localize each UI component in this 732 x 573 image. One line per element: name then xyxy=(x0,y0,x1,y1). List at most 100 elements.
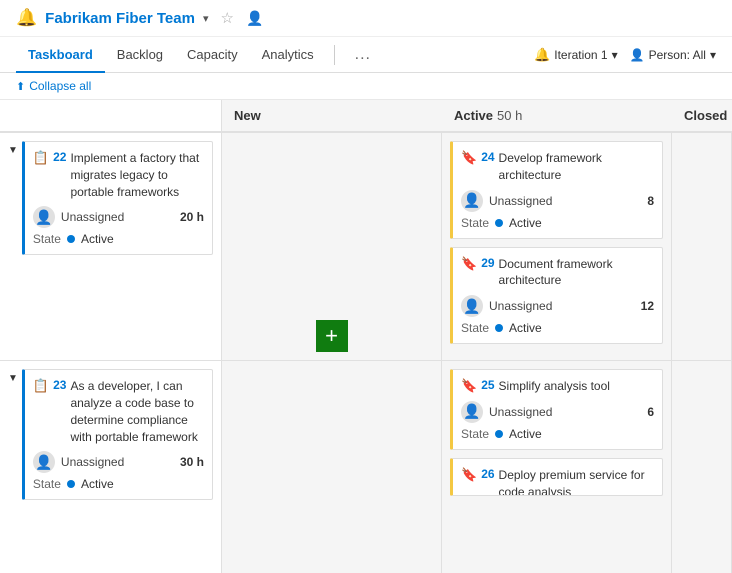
nav-bar: Taskboard Backlog Capacity Analytics ...… xyxy=(0,37,732,73)
active-col-label: Active xyxy=(454,108,493,123)
task-26-num[interactable]: 26 xyxy=(481,467,494,481)
task-24-hours: 8 xyxy=(647,194,654,208)
chevron-down-icon[interactable]: ▾ xyxy=(203,12,209,25)
task-29-header: 🔖 29 Document framework architecture xyxy=(461,256,654,290)
state-value-24: Active xyxy=(509,216,542,230)
task-25-type-icon: 🔖 xyxy=(461,378,477,394)
person-selector[interactable]: 👤 Person: All ▾ xyxy=(630,48,716,62)
task-22-avatar: 👤 xyxy=(33,206,55,228)
state-dot-22 xyxy=(67,235,75,243)
task-22-num[interactable]: 22 xyxy=(53,150,66,164)
task-29-num[interactable]: 29 xyxy=(481,256,494,270)
task-22-meta: 👤 Unassigned 20 h xyxy=(33,206,204,228)
task-card-22: 📋 22 Implement a factory that migrates l… xyxy=(22,141,213,255)
task-23-assignee[interactable]: Unassigned xyxy=(61,455,174,469)
board-row: ▼ 📋 22 Implement a factory that migrates… xyxy=(0,133,732,361)
task-24-type-icon: 🔖 xyxy=(461,150,477,166)
row1-active-col: 🔖 24 Develop framework architecture 👤 Un… xyxy=(442,133,672,360)
add-people-icon[interactable]: 👤 xyxy=(246,10,263,27)
task-29-state: State Active xyxy=(461,321,654,335)
task-card-25: 🔖 25 Simplify analysis tool 👤 Unassigned… xyxy=(450,369,663,450)
task-29-meta: 👤 Unassigned 12 xyxy=(461,295,654,317)
tab-capacity[interactable]: Capacity xyxy=(175,37,250,72)
task-25-hours: 6 xyxy=(647,405,654,419)
person-label: Person: All xyxy=(649,48,706,62)
task-23-num[interactable]: 23 xyxy=(53,378,66,392)
tab-analytics[interactable]: Analytics xyxy=(250,37,326,72)
task-29-title: Document framework architecture xyxy=(499,256,654,290)
task-26-type-icon: 🔖 xyxy=(461,467,477,483)
task-24-header: 🔖 24 Develop framework architecture xyxy=(461,150,654,184)
board-toolbar: ⬆ Collapse all xyxy=(0,73,732,100)
task-25-num[interactable]: 25 xyxy=(481,378,494,392)
iteration-chevron-icon: ▾ xyxy=(612,48,618,62)
state-dot-23 xyxy=(67,480,75,488)
row2-closed-col xyxy=(672,361,732,573)
state-dot-24 xyxy=(495,219,503,227)
state-dot-29 xyxy=(495,324,503,332)
row1-left-col: ▼ 📋 22 Implement a factory that migrates… xyxy=(0,133,222,360)
row1-closed-col xyxy=(672,133,732,360)
closed-col-label: Closed xyxy=(684,108,727,123)
task-29-assignee[interactable]: Unassigned xyxy=(489,299,635,313)
collapse-all-button[interactable]: ⬆ Collapse all xyxy=(16,79,91,93)
task-23-state: State Active xyxy=(33,477,204,491)
task-22-hours: 20 h xyxy=(180,210,204,224)
team-name[interactable]: Fabrikam Fiber Team xyxy=(45,10,195,27)
task-29-hours: 12 xyxy=(641,299,654,313)
state-label-22: State xyxy=(33,232,61,246)
avatar-icon-23: 👤 xyxy=(35,454,52,471)
task-type-icon: 📋 xyxy=(33,150,49,166)
tab-backlog[interactable]: Backlog xyxy=(105,37,175,72)
task-25-meta: 👤 Unassigned 6 xyxy=(461,401,654,423)
task-24-assignee[interactable]: Unassigned xyxy=(489,194,641,208)
person-icon: 👤 xyxy=(630,48,645,62)
avatar-icon-24: 👤 xyxy=(463,192,480,209)
more-options-button[interactable]: ... xyxy=(343,38,383,72)
task-23-hours: 30 h xyxy=(180,455,204,469)
active-col-hours: 50 h xyxy=(497,108,522,123)
task-card-29: 🔖 29 Document framework architecture 👤 U… xyxy=(450,247,663,345)
state-value-29: Active xyxy=(509,321,542,335)
left-col-header xyxy=(0,100,222,131)
task-25-assignee[interactable]: Unassigned xyxy=(489,405,641,419)
task-22-assignee[interactable]: Unassigned xyxy=(61,210,174,224)
state-label-25: State xyxy=(461,427,489,441)
task-card-26: 🔖 26 Deploy premium service for code ana… xyxy=(450,458,663,496)
task-25-avatar: 👤 xyxy=(461,401,483,423)
task-25-title: Simplify analysis tool xyxy=(499,378,610,395)
nav-separator xyxy=(334,45,335,65)
state-label-23: State xyxy=(33,477,61,491)
collapse-chevron-icon: ⬆ xyxy=(16,80,25,93)
state-label-29: State xyxy=(461,321,489,335)
avatar-icon-25: 👤 xyxy=(463,403,480,420)
column-headers: New Active 50 h Closed xyxy=(0,100,732,133)
task-23-type-icon: 📋 xyxy=(33,378,49,394)
iteration-label: Iteration 1 xyxy=(554,48,607,62)
add-task-button[interactable]: + xyxy=(316,320,348,352)
task-24-num[interactable]: 24 xyxy=(481,150,494,164)
task-29-type-icon: 🔖 xyxy=(461,256,477,272)
row1-collapse-arrow[interactable]: ▼ xyxy=(8,145,18,156)
task-24-meta: 👤 Unassigned 8 xyxy=(461,190,654,212)
collapse-all-label: Collapse all xyxy=(29,79,91,93)
task-24-title: Develop framework architecture xyxy=(499,150,654,184)
task-22-state: State Active xyxy=(33,232,204,246)
task-23-meta: 👤 Unassigned 30 h xyxy=(33,451,204,473)
task-24-state: State Active xyxy=(461,216,654,230)
task-26-header: 🔖 26 Deploy premium service for code ana… xyxy=(461,467,654,496)
board-row-2: ▼ 📋 23 As a developer, I can analyze a c… xyxy=(0,361,732,573)
state-value-23: Active xyxy=(81,477,114,491)
closed-col-header: Closed xyxy=(672,100,732,131)
row2-active-col: 🔖 25 Simplify analysis tool 👤 Unassigned… xyxy=(442,361,672,573)
state-value-22: Active xyxy=(81,232,114,246)
new-col-label: New xyxy=(234,108,261,123)
row1-task-card: 📋 22 Implement a factory that migrates l… xyxy=(22,141,213,263)
avatar-icon: 👤 xyxy=(35,209,52,226)
iteration-selector[interactable]: 🔔 Iteration 1 ▾ xyxy=(534,47,618,63)
row2-collapse-arrow[interactable]: ▼ xyxy=(8,373,18,384)
tab-taskboard[interactable]: Taskboard xyxy=(16,37,105,72)
task-29-avatar: 👤 xyxy=(461,295,483,317)
star-icon[interactable]: ☆ xyxy=(220,9,233,27)
row1-new-col: + xyxy=(222,133,442,360)
